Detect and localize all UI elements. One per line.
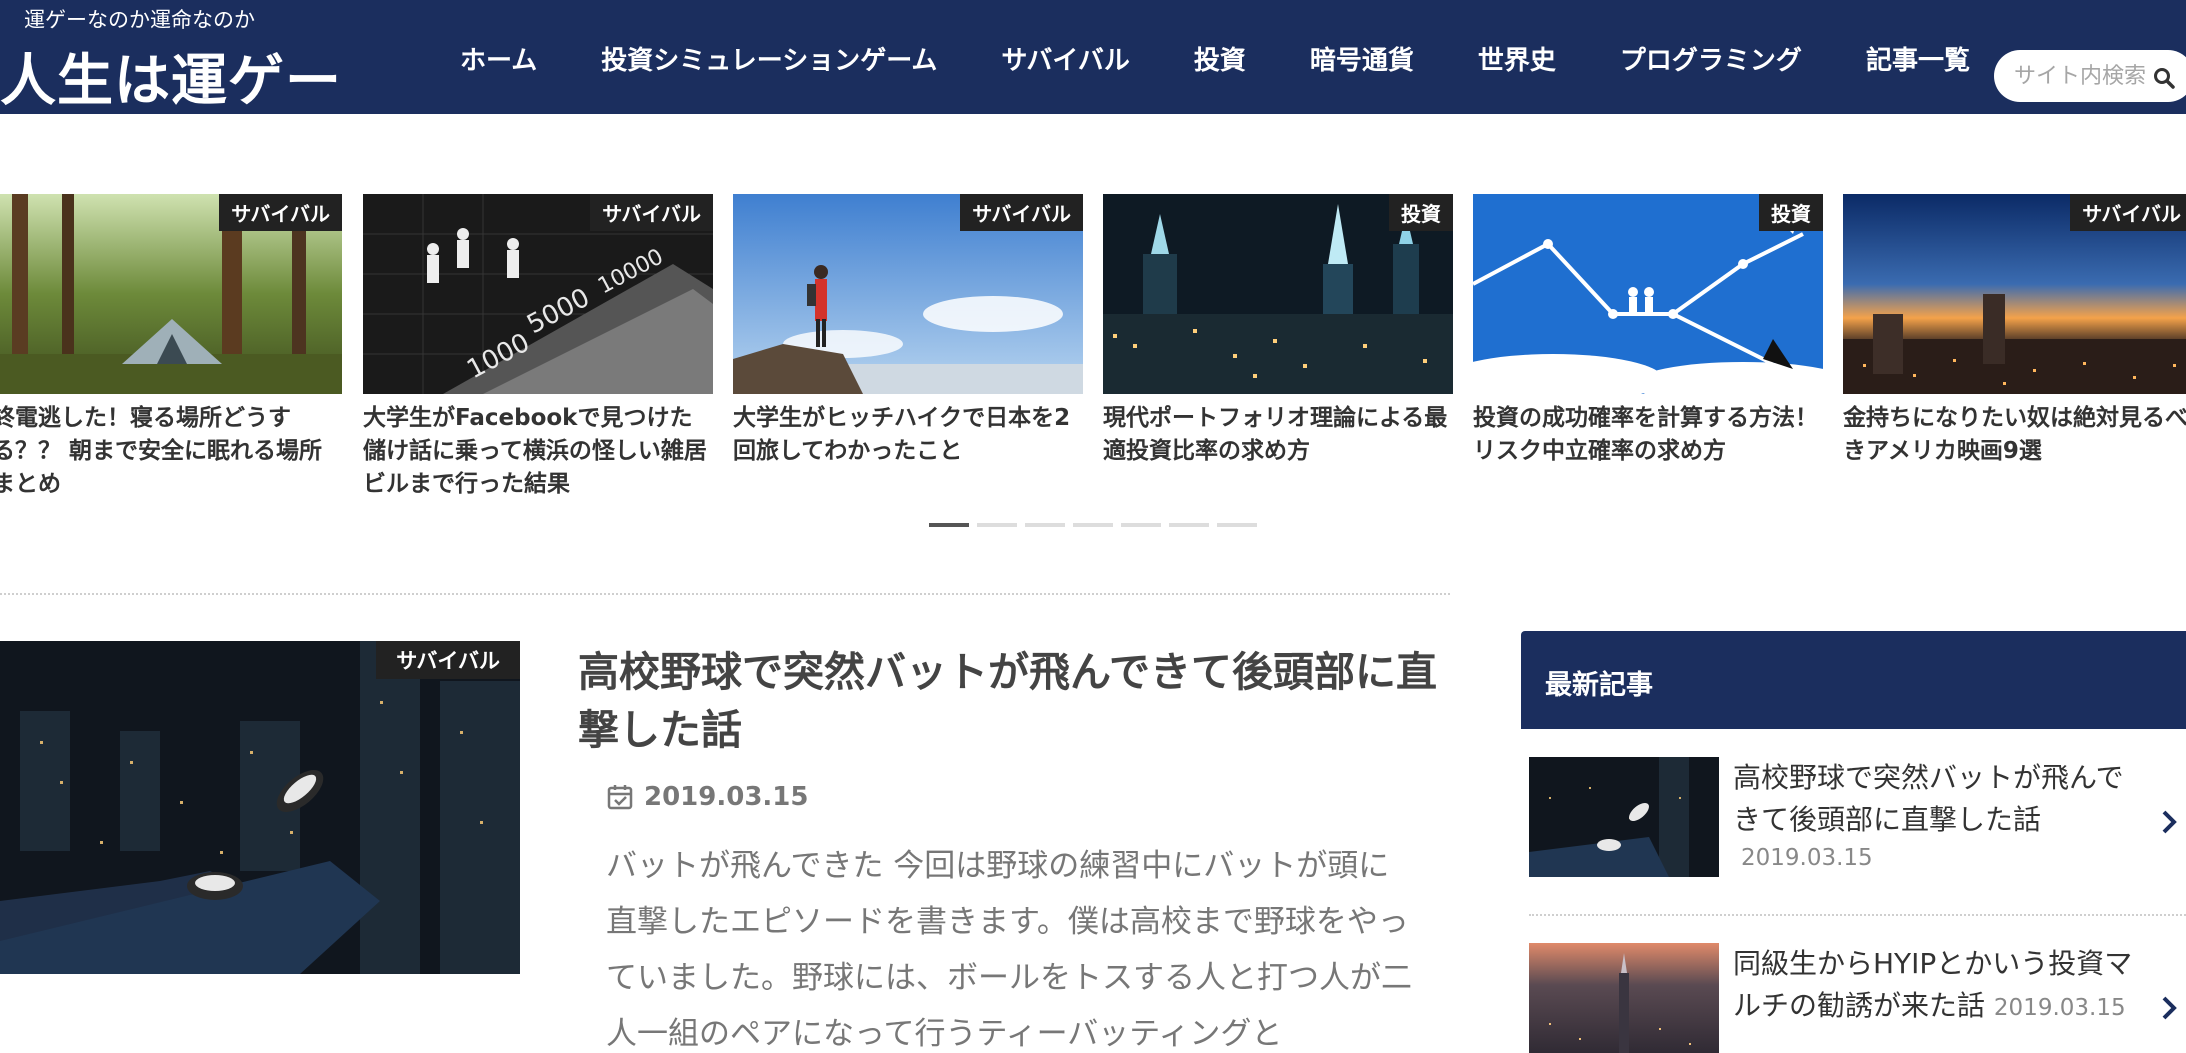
nav-item-programming[interactable]: プログラミング (1620, 40, 1802, 77)
carousel-card[interactable]: 投資 投資の成功確率を計算する方法！リスク中立確率の求め方 (1473, 194, 1823, 468)
carousel-card[interactable]: サバイバル 金持ちになりたい奴は絶対見るべきアメリカ映画9選 (1843, 194, 2186, 468)
article-date: 2019.03.15 (606, 782, 808, 812)
featured-carousel: サバイバル 終電逃した！寝る場所どうする？？ 朝まで安全に眠れる場所まとめ 50… (0, 194, 2186, 534)
category-badge: サバイバル (2070, 194, 2186, 231)
carousel-dot[interactable] (1073, 523, 1113, 527)
carousel-dot[interactable] (929, 523, 969, 527)
card-thumbnail-forest-camp[interactable]: サバイバル (0, 194, 342, 394)
sidebar-item-title[interactable]: 同級生からHYIPとかいう投資マルチの勧誘が来た話 2019.03.15 (1733, 943, 2143, 1029)
nav-item-world-history[interactable]: 世界史 (1478, 40, 1556, 77)
sidebar-article-item[interactable]: 同級生からHYIPとかいう投資マルチの勧誘が来た話 2019.03.15 (1529, 943, 2186, 1053)
search-box (1994, 50, 2186, 102)
sidebar-heading-text: 最新記事 (1545, 670, 1653, 701)
category-badge: サバイバル (376, 641, 520, 679)
nav-item-survival[interactable]: サバイバル (1001, 40, 1129, 77)
article-excerpt: バットが飛んできた 今回は野球の練習中にバットが頭に直撃したエピソードを書きます… (606, 848, 1412, 1052)
nav-item-investment-game[interactable]: 投資シミュレーションゲーム (601, 40, 937, 77)
card-thumbnail-hiker-cliff[interactable]: サバイバル (733, 194, 1083, 394)
sidebar-item-title[interactable]: 高校野球で突然バットが飛んできて後頭部に直撃した話 (1733, 757, 2143, 841)
card-thumbnail-sunset-city[interactable]: サバイバル (1843, 194, 2186, 394)
carousel-dot[interactable] (1217, 523, 1257, 527)
chevron-right-icon[interactable] (2159, 993, 2179, 1023)
sidebar-heading: 最新記事 (1521, 631, 2186, 729)
card-thumbnail-risk-graph[interactable]: 投資 (1473, 194, 1823, 394)
search-input[interactable] (2014, 60, 2174, 92)
nav-item-home[interactable]: ホーム (460, 40, 537, 77)
card-title[interactable]: 大学生がFacebookで見つけた儲け話に乗って横浜の怪しい雑居ビルまで行った結… (363, 402, 715, 501)
category-badge: サバイバル (590, 194, 713, 231)
card-thumbnail-banknotes[interactable]: 5000 1000 10000 サバイバル (363, 194, 713, 394)
card-title[interactable]: 大学生がヒッチハイクで日本を2回旅してわかったこと (733, 402, 1085, 468)
sidebar-item-thumbnail[interactable] (1529, 757, 1719, 877)
calendar-check-icon (607, 785, 633, 810)
carousel-dot[interactable] (1169, 523, 1209, 527)
nav-item-all-articles[interactable]: 記事一覧 (1866, 40, 1970, 77)
carousel-card[interactable]: サバイバル 大学生がヒッチハイクで日本を2回旅してわかったこと (733, 194, 1083, 468)
carousel-card[interactable]: サバイバル 終電逃した！寝る場所どうする？？ 朝まで安全に眠れる場所まとめ (0, 194, 342, 501)
global-nav: ホーム 投資シミュレーションゲーム サバイバル 投資 暗号通貨 世界史 プログラ… (460, 40, 2034, 77)
article-title[interactable]: 高校野球で突然バットが飛んできて後頭部に直撃した話 (578, 643, 1438, 759)
carousel-card[interactable]: 5000 1000 10000 サバイバル 大学生がFacebookで見つけた儲… (363, 194, 713, 501)
card-title[interactable]: 金持ちになりたい奴は絶対見るべきアメリカ映画9選 (1843, 402, 2186, 468)
category-badge: サバイバル (960, 194, 1083, 231)
chevron-right-icon[interactable] (2159, 807, 2179, 837)
card-title[interactable]: 終電逃した！寝る場所どうする？？ 朝まで安全に眠れる場所まとめ (0, 402, 344, 501)
category-badge: サバイバル (219, 194, 342, 231)
sidebar-article-item[interactable]: 高校野球で突然バットが飛んできて後頭部に直撃した話 2019.03.15 (1529, 757, 2186, 897)
article-thumbnail[interactable]: サバイバル (0, 641, 520, 974)
site-logo[interactable]: 人生は運ゲー (0, 36, 342, 117)
category-badge: 投資 (1759, 194, 1823, 231)
card-thumbnail-night-city[interactable]: 投資 (1103, 194, 1453, 394)
sidebar-item-thumbnail[interactable] (1529, 943, 1719, 1053)
nav-item-crypto[interactable]: 暗号通貨 (1310, 40, 1414, 77)
sidebar-divider (1529, 914, 2186, 916)
section-divider (0, 593, 1450, 595)
article-date-text: 2019.03.15 (644, 782, 809, 812)
card-title[interactable]: 現代ポートフォリオ理論による最適投資比率の求め方 (1103, 402, 1455, 468)
carousel-dot[interactable] (1025, 523, 1065, 527)
site-header: 運ゲーなのか運命なのか 人生は運ゲー ホーム 投資シミュレーションゲーム サバイ… (0, 0, 2186, 114)
carousel-dot[interactable] (977, 523, 1017, 527)
nav-item-investment[interactable]: 投資 (1194, 40, 1246, 77)
site-tagline: 運ゲーなのか運命なのか (24, 8, 255, 32)
sidebar-item-date: 2019.03.15 (1993, 995, 2126, 1021)
card-title[interactable]: 投資の成功確率を計算する方法！リスク中立確率の求め方 (1473, 402, 1825, 468)
carousel-card[interactable]: 投資 現代ポートフォリオ理論による最適投資比率の求め方 (1103, 194, 1453, 468)
carousel-pagination (929, 523, 1265, 527)
sidebar-item-date: 2019.03.15 (1741, 845, 1873, 871)
carousel-dot[interactable] (1121, 523, 1161, 527)
search-icon[interactable] (2152, 66, 2176, 90)
category-badge: 投資 (1389, 194, 1453, 231)
